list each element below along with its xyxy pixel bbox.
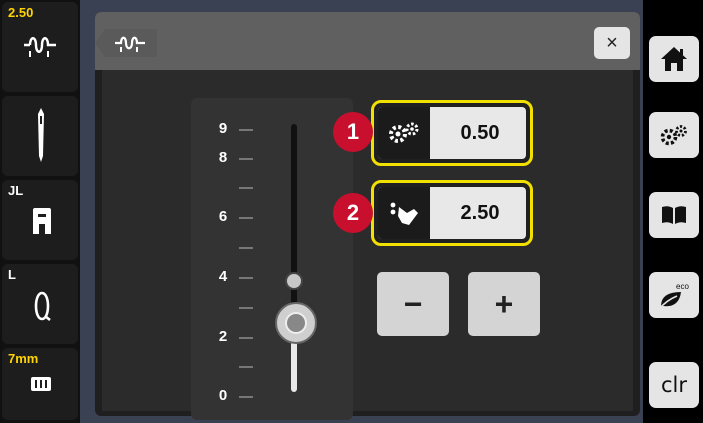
home-icon <box>661 47 687 71</box>
tick-label-4: 4 <box>218 268 228 285</box>
close-icon: × <box>606 31 618 54</box>
dialog-header-tag <box>95 29 157 57</box>
tick-label-6: 6 <box>218 208 228 225</box>
tick-label-9: 9 <box>218 120 228 137</box>
presser-foot-indicator[interactable]: JL <box>2 180 78 260</box>
stitch-length-slider[interactable]: 9 8 6 4 2 0 <box>191 98 353 420</box>
tick-mark <box>239 217 253 219</box>
tick-label-8: 8 <box>218 149 228 166</box>
tick-mark <box>239 396 253 398</box>
dialog-body: 9 8 6 4 2 0 0.50 1 2.50 2 − + <box>102 70 633 420</box>
bobbin-label: L <box>8 267 16 282</box>
tick-label-2: 2 <box>218 328 228 345</box>
badge-2: 2 <box>333 193 373 233</box>
presser-foot-label: JL <box>8 183 24 198</box>
tick-mark <box>239 187 253 189</box>
setting-1-button[interactable]: 0.50 <box>371 100 533 166</box>
decrease-button[interactable]: − <box>377 272 449 336</box>
slider-handle[interactable] <box>275 301 317 344</box>
tick-mark <box>239 277 253 279</box>
stitch-pattern-icon <box>24 37 56 57</box>
setting-2-field: 2.50 <box>378 187 526 239</box>
tick-mark <box>239 158 253 160</box>
setting-2-button[interactable]: 2.50 <box>371 180 533 246</box>
left-sidebar: 2.50 JL L 7mm <box>0 0 80 423</box>
svg-text:eco: eco <box>676 282 689 291</box>
home-button[interactable] <box>649 36 699 82</box>
plus-icon: + <box>494 285 514 322</box>
tick-label-0: 0 <box>218 387 228 404</box>
clear-button[interactable]: clr <box>649 362 699 408</box>
presser-foot-icon <box>33 208 51 234</box>
minus-icon: − <box>403 285 423 322</box>
setting-1-value: 0.50 <box>460 121 500 144</box>
right-toolbar: eco clr <box>643 0 703 423</box>
bobbin-icon <box>34 291 51 322</box>
needle-indicator[interactable] <box>2 96 78 176</box>
tick-mark <box>239 307 253 309</box>
badge-1: 1 <box>333 112 373 152</box>
gears-icon <box>378 107 430 159</box>
needle-icon <box>38 108 44 162</box>
stitch-plate-icon <box>31 377 51 391</box>
dialog-header: × <box>95 12 640 70</box>
stitch-plate-indicator[interactable]: 7mm <box>2 348 78 420</box>
setting-1-field: 0.50 <box>378 107 526 159</box>
hand-tap-icon <box>378 187 430 239</box>
tutorial-button[interactable] <box>649 192 699 238</box>
tag-arrow-icon <box>95 29 105 57</box>
close-button[interactable]: × <box>594 27 630 59</box>
eco-button[interactable]: eco <box>649 272 699 318</box>
stitch-pattern-icon <box>115 36 145 52</box>
clear-button-label: clr <box>660 373 687 397</box>
increase-button[interactable]: + <box>468 272 540 336</box>
bobbin-indicator[interactable]: L <box>2 264 78 344</box>
stitch-length-indicator[interactable]: 2.50 <box>2 2 78 92</box>
tick-mark <box>239 247 253 249</box>
tick-mark <box>239 366 253 368</box>
settings-gears-icon <box>660 125 687 146</box>
slider-default-marker <box>285 272 303 290</box>
tutorial-book-icon <box>662 206 686 224</box>
tick-mark <box>239 129 253 131</box>
setting-2-value: 2.50 <box>460 201 500 224</box>
eco-leaf-icon: eco <box>658 282 689 310</box>
stitch-length-label: 2.50 <box>8 5 34 20</box>
tick-mark <box>239 337 253 339</box>
stitch-plate-label: 7mm <box>8 351 39 366</box>
stitch-length-dialog: × 9 8 6 4 2 0 0.50 1 2.50 2 − + <box>95 12 640 420</box>
settings-button[interactable] <box>649 112 699 158</box>
